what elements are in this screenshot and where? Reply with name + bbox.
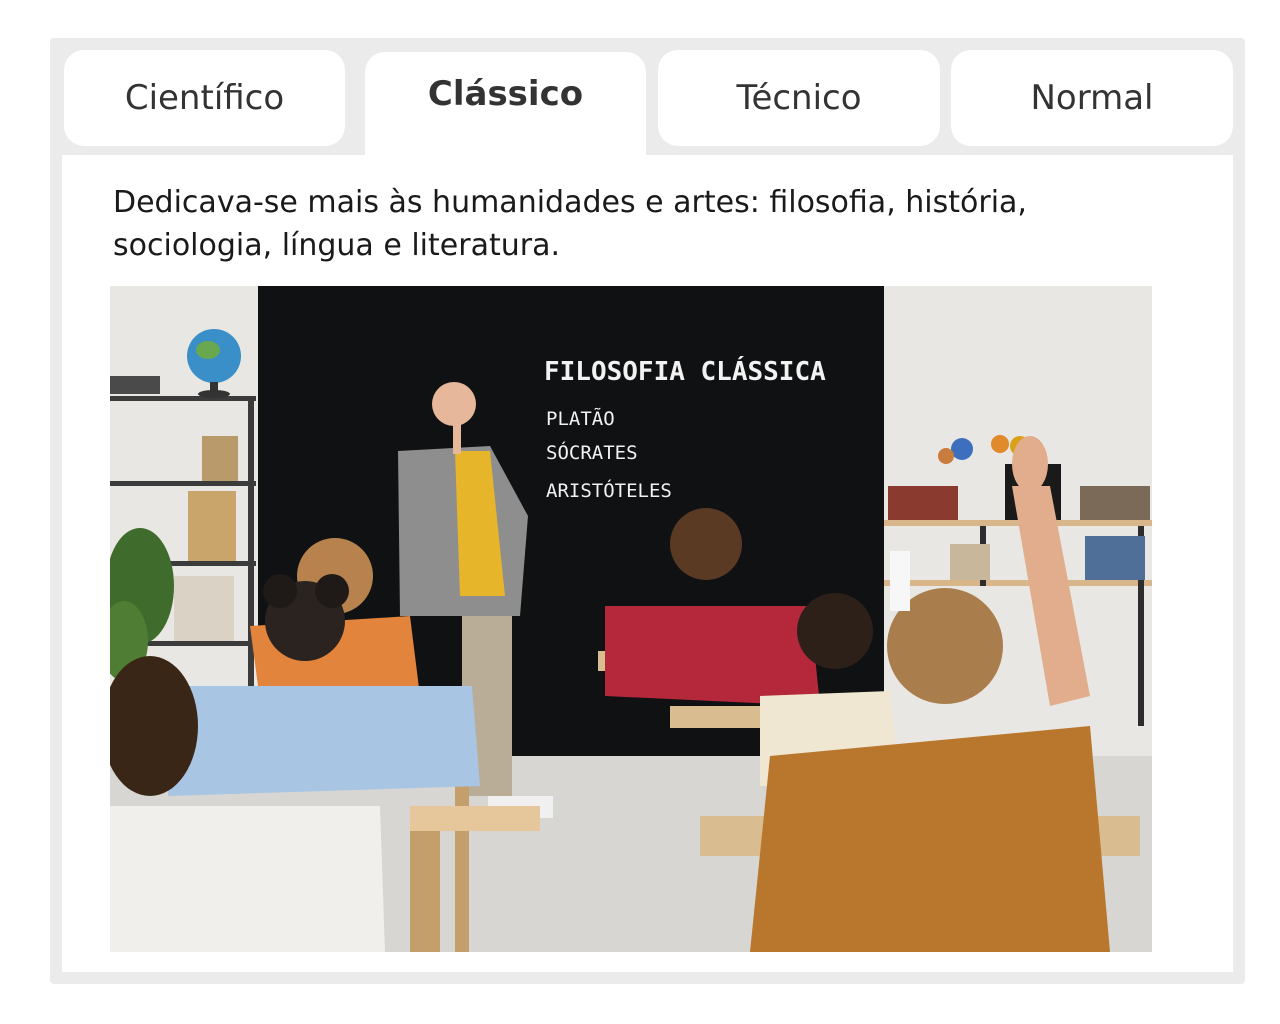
tab-tecnico[interactable]: Técnico	[658, 50, 940, 146]
description-text: Dedicava-se mais às humanidades e artes:…	[113, 185, 1027, 263]
chalkboard-title: FILOSOFIA CLÁSSICA	[544, 355, 826, 387]
classroom-photo: FILOSOFIA CLÁSSICA PLATÃO SÓCRATES ARIST…	[110, 286, 1152, 952]
tab-label: Normal	[1030, 78, 1154, 118]
chalkboard-item: SÓCRATES	[546, 440, 638, 464]
tab-label: Clássico	[427, 74, 584, 114]
chalkboard-item: PLATÃO	[546, 407, 615, 430]
tab-panel: Dedicava-se mais às humanidades e artes:…	[62, 155, 1233, 972]
tab-normal[interactable]: Normal	[951, 50, 1233, 146]
paper-roll	[890, 551, 910, 611]
tab-container: Científico Clássico Técnico Normal Dedic…	[50, 38, 1245, 984]
chalkboard-item: ARISTÓTELES	[546, 478, 672, 502]
tab-cientifico[interactable]: Científico	[64, 50, 345, 146]
tab-label: Científico	[124, 78, 285, 118]
tab-label: Técnico	[736, 78, 862, 118]
tab-classico[interactable]: Clássico	[365, 52, 646, 172]
